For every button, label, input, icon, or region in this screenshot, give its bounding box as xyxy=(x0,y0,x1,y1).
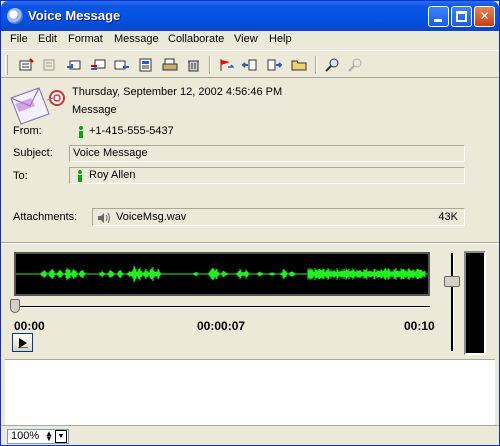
subject-label: Subject: xyxy=(13,147,53,159)
new-message-icon[interactable] xyxy=(18,56,36,74)
attachment-size: 43K xyxy=(438,211,458,223)
app-icon xyxy=(7,8,23,24)
find-icon[interactable] xyxy=(323,56,341,74)
waveform-display[interactable] xyxy=(14,252,430,296)
phone-contact-icon xyxy=(79,126,83,138)
contact-icon xyxy=(78,170,82,182)
reply-disabled-icon[interactable] xyxy=(41,56,59,74)
window-title: Voice Message xyxy=(28,8,121,23)
from-label: From: xyxy=(13,125,42,137)
reply-icon[interactable] xyxy=(65,56,83,74)
maximize-icon xyxy=(456,11,467,22)
menu-message[interactable]: Message xyxy=(114,33,159,45)
zoom-spinner-icon[interactable]: ▲ ▼ xyxy=(44,430,54,443)
close-button[interactable]: ✕ xyxy=(474,6,495,27)
subject-field[interactable]: Voice Message xyxy=(69,145,465,162)
message-type: Message xyxy=(72,104,117,116)
play-button[interactable] xyxy=(12,333,33,352)
to-field[interactable]: Roy Allen xyxy=(69,167,465,184)
time-end: 00:10 xyxy=(404,319,435,333)
find-disabled-icon[interactable] xyxy=(346,56,364,74)
minimize-button[interactable] xyxy=(428,6,449,27)
menu-edit[interactable]: Edit xyxy=(38,33,57,45)
toolbar xyxy=(1,50,499,78)
from-value[interactable]: +1-415-555-5437 xyxy=(89,125,174,137)
subject-value: Voice Message xyxy=(73,147,148,159)
reply-all-icon[interactable] xyxy=(89,56,107,74)
time-current: 00:00:07 xyxy=(197,319,246,333)
menu-view[interactable]: View xyxy=(234,33,258,45)
forward-icon[interactable] xyxy=(113,56,131,74)
voice-message-icon xyxy=(9,84,67,126)
menu-format[interactable]: Format xyxy=(68,33,103,45)
status-bar: 100% ▲ ▼ ▼ xyxy=(1,425,499,445)
attachments-label: Attachments: xyxy=(13,211,78,223)
to-value: Roy Allen xyxy=(89,169,136,181)
panel-divider xyxy=(1,242,499,244)
close-icon: ✕ xyxy=(479,9,490,23)
maximize-button[interactable] xyxy=(451,6,472,27)
toolbar-separator xyxy=(315,56,317,74)
folder-icon[interactable] xyxy=(290,56,308,74)
previous-icon[interactable] xyxy=(241,56,259,74)
message-date: Thursday, September 12, 2002 4:56:46 PM xyxy=(72,86,283,98)
volume-slider-thumb[interactable] xyxy=(444,276,460,287)
menu-bar: File Edit Format Message Collaborate Vie… xyxy=(1,31,499,49)
volume-track[interactable] xyxy=(451,253,454,351)
print-icon[interactable] xyxy=(161,56,179,74)
zoom-control[interactable]: 100% ▲ ▼ ▼ xyxy=(7,429,69,444)
minimize-icon xyxy=(434,19,442,22)
message-body[interactable] xyxy=(5,359,495,425)
next-icon[interactable] xyxy=(265,56,283,74)
level-meter xyxy=(464,251,486,355)
speaker-icon xyxy=(98,212,110,224)
to-label: To: xyxy=(13,170,28,182)
voice-message-window: Voice Message ✕ File Edit Format Message… xyxy=(0,0,500,446)
flag-icon[interactable] xyxy=(217,56,235,74)
toolbar-separator xyxy=(209,56,211,74)
zoom-dropdown-button[interactable]: ▼ xyxy=(55,430,67,443)
toolbar-grip[interactable] xyxy=(5,55,8,75)
seek-track[interactable] xyxy=(14,306,430,308)
attachment-item[interactable]: VoiceMsg.wav 43K xyxy=(92,208,465,226)
waveform xyxy=(16,265,428,283)
menu-file[interactable]: File xyxy=(10,33,28,45)
menu-collaborate[interactable]: Collaborate xyxy=(168,33,224,45)
menu-help[interactable]: Help xyxy=(269,33,292,45)
time-start: 00:00 xyxy=(14,319,45,333)
zoom-value: 100% xyxy=(11,430,40,442)
print-preview-icon[interactable] xyxy=(137,56,155,74)
delete-icon[interactable] xyxy=(185,56,203,74)
attachment-name: VoiceMsg.wav xyxy=(116,211,187,223)
play-icon xyxy=(17,337,28,348)
title-bar[interactable]: Voice Message ✕ xyxy=(1,1,499,31)
seek-slider-thumb[interactable] xyxy=(10,299,20,313)
